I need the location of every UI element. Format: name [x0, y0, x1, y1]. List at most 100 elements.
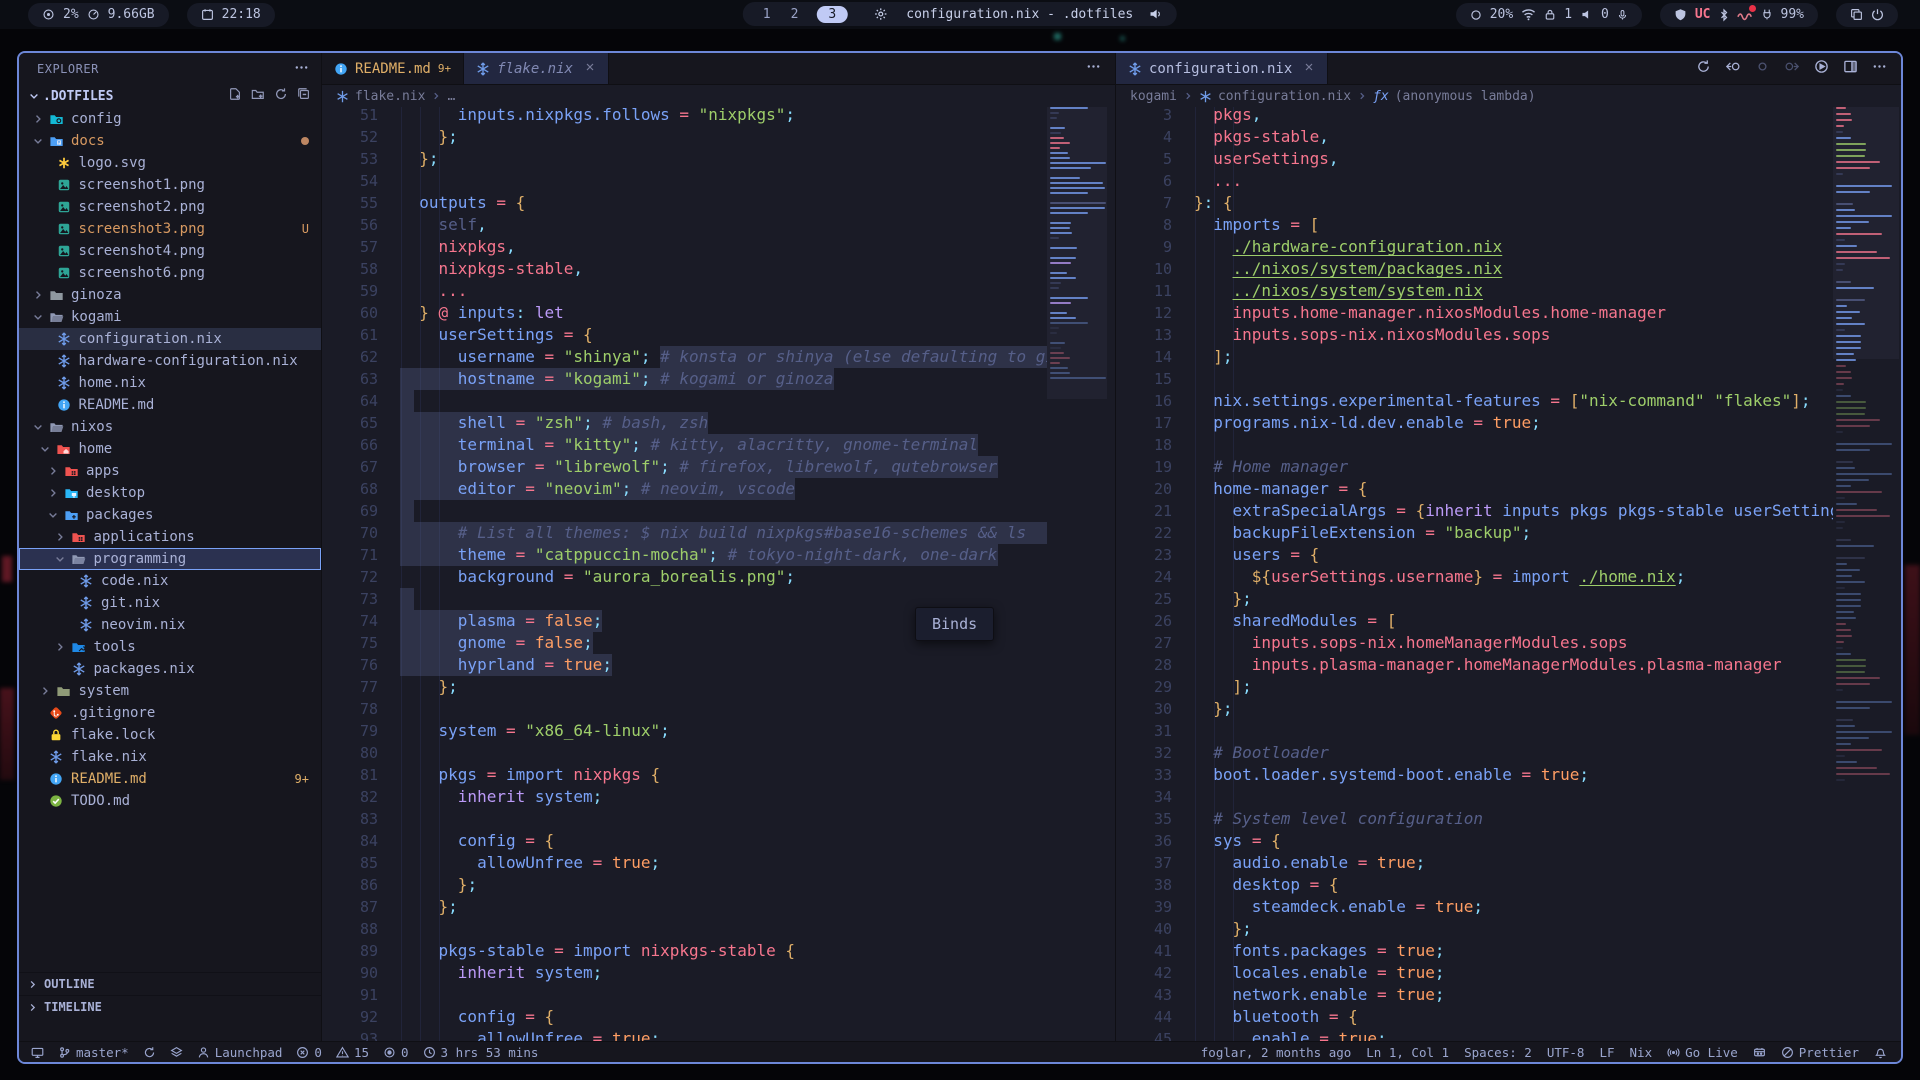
- tree-file-home-nix[interactable]: home.nix: [19, 372, 321, 394]
- copy-icon[interactable]: [1850, 8, 1863, 21]
- tree-file-flake-lock[interactable]: flake.lock: [19, 724, 321, 746]
- status-clock[interactable]: 3 hrs 53 mins: [423, 1045, 539, 1060]
- wifi-icon[interactable]: [1521, 8, 1536, 21]
- tree-file-code-nix[interactable]: code.nix: [19, 570, 321, 592]
- line-number: 36: [1122, 830, 1172, 852]
- breadcrumb-item[interactable]: (anonymous lambda): [1395, 89, 1536, 104]
- tree-folder-programming[interactable]: programming: [19, 548, 321, 570]
- refresh-icon[interactable]: [274, 87, 288, 105]
- tree-folder-home[interactable]: home: [19, 438, 321, 460]
- tree-folder-packages[interactable]: packages: [19, 504, 321, 526]
- status-layers[interactable]: [170, 1046, 183, 1059]
- breadcrumb-item[interactable]: flake.nix: [355, 89, 425, 104]
- tree-file-screenshot6-png[interactable]: screenshot6.png: [19, 262, 321, 284]
- tree-file-todo-md[interactable]: TODO.md: [19, 790, 321, 812]
- minimap-mark: [1836, 581, 1865, 583]
- minimap-slider[interactable]: [1047, 107, 1107, 399]
- breadcrumb-item[interactable]: configuration.nix: [1218, 89, 1351, 104]
- workspace-2[interactable]: 2: [785, 7, 805, 22]
- tree-folder-config[interactable]: config: [19, 108, 321, 130]
- close-tab-icon[interactable]: [1303, 61, 1315, 77]
- more-actions-icon[interactable]: [1086, 59, 1101, 78]
- status-slash[interactable]: Prettier: [1781, 1045, 1859, 1060]
- explorer-more-actions-icon[interactable]: [294, 60, 309, 78]
- bluetooth-icon[interactable]: [1719, 8, 1729, 22]
- tree-file-readme-md[interactable]: README.md9+: [19, 768, 321, 790]
- status-utf-8[interactable]: UTF-8: [1547, 1045, 1585, 1060]
- keyboard-layout[interactable]: UC: [1695, 7, 1711, 22]
- tree-file-logo-svg[interactable]: logo.svg: [19, 152, 321, 174]
- status-display[interactable]: [31, 1046, 44, 1059]
- tree-file--gitignore[interactable]: .gitignore: [19, 702, 321, 724]
- tab-flake-active[interactable]: flake.nix: [464, 53, 609, 84]
- tab-readme[interactable]: README.md 9+: [322, 53, 464, 84]
- status-nix[interactable]: Nix: [1630, 1045, 1653, 1060]
- collapse-all-icon[interactable]: [297, 87, 311, 105]
- tree-file-git-nix[interactable]: git.nix: [19, 592, 321, 614]
- tree-folder-ginoza[interactable]: ginoza: [19, 284, 321, 306]
- code-line-17: programs.nix-ld.dev.enable = true;: [1194, 412, 1541, 434]
- status-lf[interactable]: LF: [1599, 1045, 1614, 1060]
- breadcrumb-item[interactable]: …: [447, 89, 455, 104]
- status-ln-1-col-1[interactable]: Ln 1, Col 1: [1366, 1045, 1449, 1060]
- shield-icon[interactable]: [1674, 8, 1687, 21]
- tree-folder-tools[interactable]: tools: [19, 636, 321, 658]
- power-icon[interactable]: [1871, 8, 1884, 21]
- microphone-icon[interactable]: [1617, 8, 1628, 22]
- right-code-editor[interactable]: 3456789101112131415161718192021222324252…: [1116, 107, 1901, 1041]
- breadcrumb-item[interactable]: kogami: [1130, 89, 1177, 104]
- status-target[interactable]: 0: [383, 1045, 409, 1060]
- workspace-root-row[interactable]: .DOTFILES: [19, 85, 321, 107]
- more-actions-icon[interactable]: [1872, 59, 1887, 78]
- timeline-section[interactable]: TIMELINE: [19, 995, 321, 1018]
- tree-file-neovim-nix[interactable]: neovim.nix: [19, 614, 321, 636]
- line-number: 82: [328, 786, 378, 808]
- right-minimap[interactable]: [1833, 107, 1899, 1041]
- status-label: 15: [354, 1045, 369, 1060]
- status-branch[interactable]: master*: [58, 1045, 129, 1060]
- workspace-1[interactable]: 1: [757, 7, 777, 22]
- split-editor-icon[interactable]: [1843, 59, 1858, 78]
- tree-folder-applications[interactable]: applications: [19, 526, 321, 548]
- media-wave-icon[interactable]: [1737, 9, 1753, 21]
- left-minimap[interactable]: [1047, 107, 1107, 1041]
- tree-folder-nixos[interactable]: nixos: [19, 416, 321, 438]
- status-broadcast[interactable]: Go Live: [1667, 1045, 1738, 1060]
- tree-file-readme-md[interactable]: README.md: [19, 394, 321, 416]
- tab-configuration-active[interactable]: configuration.nix: [1116, 53, 1328, 84]
- tree-file-screenshot1-png[interactable]: screenshot1.png: [19, 174, 321, 196]
- status-cart[interactable]: [1753, 1046, 1766, 1059]
- tree-file-configuration-nix[interactable]: configuration.nix: [19, 328, 321, 350]
- close-tab-icon[interactable]: [584, 61, 596, 77]
- tree-folder-desktop[interactable]: desktop: [19, 482, 321, 504]
- status-person[interactable]: Launchpad: [197, 1045, 283, 1060]
- tree-folder-apps[interactable]: apps: [19, 460, 321, 482]
- speaker-icon[interactable]: [1580, 8, 1593, 21]
- workspace-3-active[interactable]: 3: [816, 6, 848, 23]
- circle-icon[interactable]: [1755, 59, 1770, 78]
- tree-folder-system[interactable]: system: [19, 680, 321, 702]
- tree-folder-kogami[interactable]: kogami: [19, 306, 321, 328]
- status-foglar-2-months-ago[interactable]: foglar, 2 months ago: [1201, 1045, 1352, 1060]
- tree-file-screenshot2-png[interactable]: screenshot2.png: [19, 196, 321, 218]
- tree-file-flake-nix[interactable]: flake.nix: [19, 746, 321, 768]
- new-folder-icon[interactable]: [251, 87, 265, 105]
- outline-section[interactable]: OUTLINE: [19, 972, 321, 995]
- tree-file-packages-nix[interactable]: packages.nix: [19, 658, 321, 680]
- refresh-icon[interactable]: [1696, 59, 1711, 78]
- volume-icon[interactable]: [1149, 7, 1163, 21]
- status-sync[interactable]: [143, 1046, 156, 1059]
- run-code-icon[interactable]: [1814, 59, 1829, 78]
- status-warning[interactable]: 15: [336, 1045, 369, 1060]
- navigate-back-icon[interactable]: [1725, 59, 1741, 78]
- status-bell[interactable]: [1874, 1046, 1887, 1059]
- tree-file-screenshot4-png[interactable]: screenshot4.png: [19, 240, 321, 262]
- new-file-icon[interactable]: [228, 87, 242, 105]
- status-error[interactable]: 0: [296, 1045, 322, 1060]
- navigate-forward-icon[interactable]: [1784, 59, 1800, 78]
- tree-folder-docs[interactable]: docs: [19, 130, 321, 152]
- status-spaces-2[interactable]: Spaces: 2: [1464, 1045, 1532, 1060]
- tree-file-screenshot3-png[interactable]: screenshot3.pngU: [19, 218, 321, 240]
- left-code-editor[interactable]: 5152535455565758596061626364656667686970…: [322, 107, 1115, 1041]
- tree-file-hardware-configuration-nix[interactable]: hardware-configuration.nix: [19, 350, 321, 372]
